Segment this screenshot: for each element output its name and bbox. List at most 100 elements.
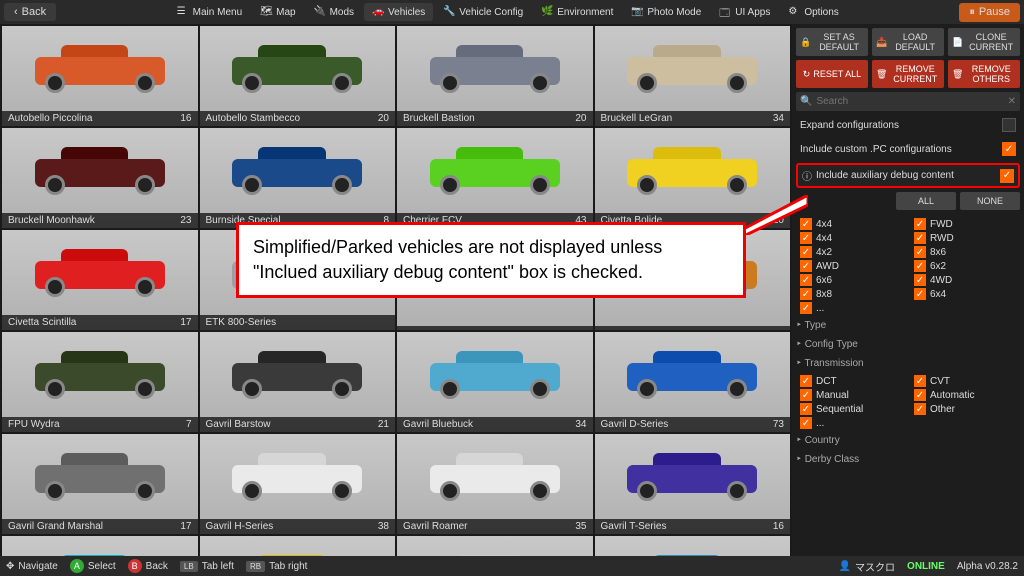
transmission-heading[interactable]: ‣ Transmission xyxy=(796,358,1020,369)
country-heading[interactable]: ‣ Country xyxy=(796,435,1020,446)
filter-item[interactable]: AWD xyxy=(800,260,906,272)
vehicle-card[interactable]: Gavril Bluebuck 34 xyxy=(397,332,593,432)
nav-map[interactable]: 🗺Map xyxy=(252,3,303,21)
type-heading[interactable]: ‣ Type xyxy=(796,320,1020,331)
vehicle-name: Gavril H-Series xyxy=(206,521,274,532)
nav-mods[interactable]: 🔌Mods xyxy=(306,3,362,21)
checkbox-checked-icon xyxy=(800,246,812,258)
checkbox-checked-icon xyxy=(914,288,926,300)
nav-photo-mode[interactable]: 📷Photo Mode xyxy=(623,3,709,21)
vehicle-count: 20 xyxy=(378,113,389,124)
car-icon: 🚗 xyxy=(372,6,384,18)
vehicle-card[interactable]: Burnside Special8 xyxy=(200,128,396,228)
vehicle-card[interactable]: Gavril Roamer35 xyxy=(397,434,593,534)
vehicle-card[interactable]: Bruckell LeGran34 xyxy=(595,26,791,126)
checkbox-checked-icon xyxy=(800,288,812,300)
filter-item[interactable]: 6x2 xyxy=(914,260,1020,272)
checkbox-icon xyxy=(1002,118,1016,132)
arrow-left-icon: ‹ xyxy=(14,6,18,18)
vehicle-card[interactable]: Gavril D-Series73 xyxy=(595,332,791,432)
clear-icon[interactable]: ✕ xyxy=(1008,96,1016,107)
all-button[interactable]: ALL xyxy=(896,192,956,210)
include-debug-check[interactable]: ⓘ Include auxiliary debug content xyxy=(796,163,1020,188)
user-icon: 👤 xyxy=(839,561,851,572)
filter-item[interactable]: 6x4 xyxy=(914,288,1020,300)
configtype-heading[interactable]: ‣ Config Type xyxy=(796,339,1020,350)
expand-configs-check[interactable]: Expand configurations xyxy=(796,115,1020,135)
remove-current-button[interactable]: 🗑 REMOVE CURRENT xyxy=(872,60,944,88)
nav-environment[interactable]: 🌿Environment xyxy=(533,3,621,21)
filter-item[interactable]: 8x6 xyxy=(914,246,1020,258)
filter-item[interactable]: 4WD xyxy=(914,274,1020,286)
back-label: Back xyxy=(22,6,46,18)
filter-item[interactable]: Automatic xyxy=(914,389,1020,401)
filter-item[interactable]: CVT xyxy=(914,375,1020,387)
nav-options[interactable]: ⚙Options xyxy=(780,3,846,21)
checkbox-checked-icon xyxy=(800,302,812,314)
vehicle-card[interactable]: Autobello Piccolina16 xyxy=(2,26,198,126)
checkbox-checked-icon xyxy=(800,260,812,272)
derby-heading[interactable]: ‣ Derby Class xyxy=(796,454,1020,465)
search-input[interactable] xyxy=(816,96,1003,107)
none-button[interactable]: NONE xyxy=(960,192,1020,210)
filter-item[interactable]: ... xyxy=(800,417,906,429)
vehicle-count: 34 xyxy=(773,113,784,124)
vehicle-name: Autobello Stambecco xyxy=(206,113,301,124)
filter-item[interactable]: DCT xyxy=(800,375,906,387)
clone-current-button[interactable]: 📄 CLONE CURRENT xyxy=(948,28,1020,56)
vehicle-name: Gavril Bluebuck xyxy=(403,419,473,430)
vehicle-card[interactable]: Cherrier FCV43 xyxy=(397,128,593,228)
filter-item[interactable]: FWD xyxy=(914,218,1020,230)
vehicle-card[interactable] xyxy=(2,536,198,556)
vehicle-card[interactable]: Gavril H-Series38 xyxy=(200,434,396,534)
vehicle-count: 34 xyxy=(575,419,586,430)
filter-drivetrain: 4x4 FWD 4x4 RWD 4x2 8x6 AWD 6x2 6x6 4WD 8x8 6x4... xyxy=(796,218,1020,314)
remove-others-button[interactable]: 🗑 REMOVE OTHERS xyxy=(948,60,1020,88)
filter-item[interactable]: 4x4 xyxy=(800,232,906,244)
checkbox-checked-icon xyxy=(1000,169,1014,183)
vehicle-count: 21 xyxy=(378,419,389,430)
filter-item[interactable]: RWD xyxy=(914,232,1020,244)
sidebar: 🔒 SET AS DEFAULT 📥 LOAD DEFAULT 📄 CLONE … xyxy=(792,24,1024,556)
vehicle-card[interactable]: Gavril T-Series16 xyxy=(595,434,791,534)
vehicle-card[interactable]: Gavril Barstow21 xyxy=(200,332,396,432)
vehicle-card[interactable]: FPU Wydra7 xyxy=(2,332,198,432)
vehicle-card[interactable]: Civetta Bolide20 xyxy=(595,128,791,228)
set-default-button[interactable]: 🔒 SET AS DEFAULT xyxy=(796,28,868,56)
include-custom-label: Include custom .PC configurations xyxy=(800,144,952,155)
nav-vehicle-config[interactable]: 🔧Vehicle Config xyxy=(435,3,531,21)
checkbox-checked-icon xyxy=(800,375,812,387)
pause-button[interactable]: ⏸ Pause xyxy=(959,3,1020,22)
vehicle-name: Gavril D-Series xyxy=(601,419,669,430)
back-button[interactable]: ‹ Back xyxy=(4,3,56,21)
search-box[interactable]: 🔍 ✕ xyxy=(796,92,1020,111)
filter-item[interactable]: 4x2 xyxy=(800,246,906,258)
vehicle-card[interactable]: Autobello Stambecco 20 xyxy=(200,26,396,126)
filter-item[interactable]: Other xyxy=(914,403,1020,415)
filter-item[interactable]: 8x8 xyxy=(800,288,906,300)
filter-item[interactable]: ... xyxy=(800,302,906,314)
vehicle-name: Gavril T-Series xyxy=(601,521,667,532)
filter-item[interactable]: Sequential xyxy=(800,403,906,415)
plug-icon: 🔌 xyxy=(314,6,326,18)
nav-vehicles[interactable]: 🚗Vehicles xyxy=(364,3,433,21)
vehicle-card[interactable] xyxy=(200,536,396,556)
tabright-hint: RBTab right xyxy=(246,561,307,572)
vehicle-card[interactable] xyxy=(595,536,791,556)
filter-item[interactable]: 4x4 xyxy=(800,218,906,230)
vehicle-card[interactable]: Bruckell Bastion20 xyxy=(397,26,593,126)
topbar: ‹ Back ☰Main Menu🗺Map🔌Mods🚗Vehicles🔧Vehi… xyxy=(0,0,1024,24)
vehicle-card[interactable]: Civetta Scintilla17 xyxy=(2,230,198,330)
nav-ui-apps[interactable]: 🗔UI Apps xyxy=(711,3,778,21)
vehicle-card[interactable]: Gavril Grand Marshal17 xyxy=(2,434,198,534)
load-default-button[interactable]: 📥 LOAD DEFAULT xyxy=(872,28,944,56)
reset-all-button[interactable]: ↻ RESET ALL xyxy=(796,60,868,88)
nav-main-menu[interactable]: ☰Main Menu xyxy=(169,3,250,21)
vehicle-card[interactable] xyxy=(397,536,593,556)
include-custom-check[interactable]: Include custom .PC configurations xyxy=(796,139,1020,159)
lb-icon: LB xyxy=(180,561,198,572)
filter-item[interactable]: Manual xyxy=(800,389,906,401)
gear-icon: ⚙ xyxy=(788,6,800,18)
vehicle-card[interactable]: Bruckell Moonhawk23 xyxy=(2,128,198,228)
filter-item[interactable]: 6x6 xyxy=(800,274,906,286)
